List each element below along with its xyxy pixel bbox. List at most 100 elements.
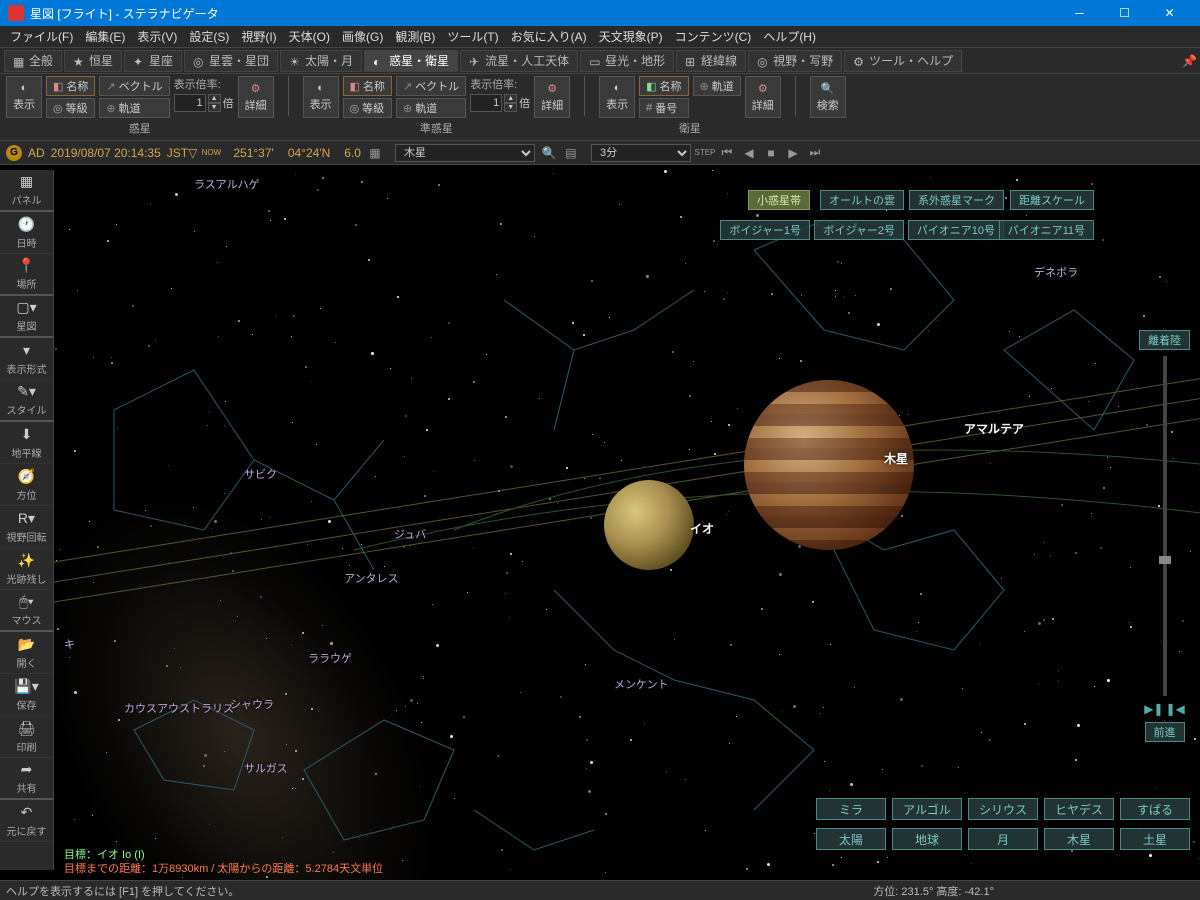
sky-view[interactable]: 木星 イオ アマルテア ラスアルハゲ サビク ジュバ アンタレス ララウゲ メン… <box>54 170 1200 880</box>
tab-nebulae[interactable]: ◎星雲・星団 <box>184 50 278 72</box>
quick-sirius[interactable]: シリウス <box>968 798 1038 820</box>
side-horizon[interactable]: ⬇地平線 <box>0 422 53 464</box>
side-share[interactable]: ➦共有 <box>0 758 53 800</box>
era-icon[interactable]: G <box>6 145 22 161</box>
tab-daylight[interactable]: ▭昼光・地形 <box>580 50 674 72</box>
tab-meteors[interactable]: ✈流星・人工天体 <box>460 50 578 72</box>
tab-planets[interactable]: ◐惑星・衛星 <box>364 50 458 72</box>
stop-button[interactable]: ■ <box>763 145 779 161</box>
menu-content[interactable]: コンテンツ(C) <box>669 28 758 45</box>
tab-stars[interactable]: ★恒星 <box>64 50 122 72</box>
planets-detail-button[interactable]: ⚙詳細 <box>238 76 274 118</box>
side-location[interactable]: 📍場所 <box>0 254 53 296</box>
tab-constellations[interactable]: ✦星座 <box>124 50 182 72</box>
dwarf-show-button[interactable]: ◐表示 <box>303 76 339 118</box>
side-direction[interactable]: 🧭方位 <box>0 464 53 506</box>
planets-mag-button[interactable]: ◎等級 <box>46 98 95 118</box>
close-button[interactable]: ✕ <box>1147 0 1192 26</box>
quick-subaru[interactable]: すばる <box>1120 798 1190 820</box>
altitude-slider[interactable] <box>1163 356 1167 696</box>
target-select[interactable]: 木星 <box>395 144 535 162</box>
quick-algol[interactable]: アルゴル <box>892 798 962 820</box>
side-datetime[interactable]: 🕐日時 <box>0 212 53 254</box>
side-print[interactable]: 🖨印刷 <box>0 716 53 758</box>
search-button[interactable]: 🔍検索 <box>810 76 846 118</box>
moons-orbit-button[interactable]: ⊕軌道 <box>693 76 741 96</box>
next-button[interactable]: ▶ <box>785 145 801 161</box>
forward-button[interactable]: 前進 <box>1145 722 1185 742</box>
tab-tools[interactable]: ⚙ツール・ヘルプ <box>844 50 962 72</box>
menu-edit[interactable]: 編集(E) <box>79 28 131 45</box>
menu-settings[interactable]: 設定(S) <box>183 28 235 45</box>
magrate-down2[interactable]: ▼ <box>504 103 517 112</box>
quick-sun[interactable]: 太陽 <box>816 828 886 850</box>
quick-jupiter[interactable]: 木星 <box>1044 828 1114 850</box>
side-mouse[interactable]: 🖱▾マウス <box>0 590 53 632</box>
tab-sunmoon[interactable]: ☀太陽・月 <box>280 50 362 72</box>
prev-button[interactable]: ◀ <box>741 145 757 161</box>
magrate-down[interactable]: ▼ <box>208 103 221 112</box>
side-trails[interactable]: ✨光跡残し <box>0 548 53 590</box>
overlay-asteroidbelt[interactable]: 小惑星帯 <box>748 190 810 210</box>
magrate-up2[interactable]: ▲ <box>504 94 517 103</box>
menu-view[interactable]: 表示(V) <box>131 28 183 45</box>
side-save[interactable]: 💾▾保存 <box>0 674 53 716</box>
forward-icon[interactable]: ❚◀ <box>1166 702 1185 716</box>
planets-show-button[interactable]: ◐表示 <box>6 76 42 118</box>
moons-show-button[interactable]: ◐表示 <box>599 76 635 118</box>
list-icon[interactable]: ▤ <box>563 145 579 161</box>
moons-name-button[interactable]: ◧名称 <box>639 76 688 96</box>
dwarf-magrate-input[interactable] <box>470 94 502 112</box>
menu-image[interactable]: 画像(G) <box>336 28 389 45</box>
magrate-up[interactable]: ▲ <box>208 94 221 103</box>
overlay-exoplanet[interactable]: 系外惑星マーク <box>909 190 1004 210</box>
tab-fov[interactable]: ◎視野・写野 <box>748 50 842 72</box>
overlay-scale[interactable]: 距離スケール <box>1010 190 1094 210</box>
timestep-select[interactable]: 3分 <box>591 144 691 162</box>
menu-fav[interactable]: お気に入り(A) <box>505 28 593 45</box>
tab-grid[interactable]: ⊞経緯線 <box>676 50 746 72</box>
grid-icon[interactable]: ▦ <box>367 145 383 161</box>
planets-name-button[interactable]: ◧名称 <box>46 76 95 96</box>
dwarf-orbit-button[interactable]: ⊕軌道 <box>396 98 466 118</box>
menu-field[interactable]: 視野(I) <box>235 28 282 45</box>
planets-orbit-button[interactable]: ⊕軌道 <box>99 98 169 118</box>
quick-hyades[interactable]: ヒヤデス <box>1044 798 1114 820</box>
maximize-button[interactable]: ☐ <box>1102 0 1147 26</box>
quick-saturn[interactable]: 土星 <box>1120 828 1190 850</box>
quick-mira[interactable]: ミラ <box>816 798 886 820</box>
moons-detail-button[interactable]: ⚙詳細 <box>745 76 781 118</box>
menu-tools[interactable]: ツール(T) <box>441 28 504 45</box>
timezone[interactable]: JST▽ <box>167 146 198 160</box>
tab-general[interactable]: ▦全般 <box>4 50 62 72</box>
side-displaymode[interactable]: ▾表示形式 <box>0 338 53 380</box>
planets-magrate-input[interactable] <box>174 94 206 112</box>
datetime[interactable]: 2019/08/07 20:14:35 <box>51 146 161 160</box>
dwarf-mag-button[interactable]: ◎等級 <box>343 98 392 118</box>
menu-file[interactable]: ファイル(F) <box>4 28 79 45</box>
side-rotate[interactable]: R▾視野回転 <box>0 506 53 548</box>
moons-num-button[interactable]: #番号 <box>639 98 688 118</box>
now-button[interactable]: NOW <box>203 145 219 161</box>
overlay-pioneer10[interactable]: パイオニア10号 <box>908 220 1004 240</box>
menu-observe[interactable]: 観測(B) <box>389 28 441 45</box>
last-button[interactable]: ⏭ <box>807 145 823 161</box>
overlay-voyager2[interactable]: ボイジャー2号 <box>814 220 904 240</box>
dwarf-vector-button[interactable]: ↗ベクトル <box>396 76 466 96</box>
menu-help[interactable]: ヘルプ(H) <box>757 28 822 45</box>
overlay-oort[interactable]: オールトの雲 <box>820 190 904 210</box>
minimize-button[interactable]: ─ <box>1057 0 1102 26</box>
side-panel[interactable]: ▦パネル <box>0 170 53 212</box>
menu-events[interactable]: 天文現象(P) <box>593 28 669 45</box>
dwarf-name-button[interactable]: ◧名称 <box>343 76 392 96</box>
side-undo[interactable]: ↶元に戻す <box>0 800 53 842</box>
search-icon[interactable]: 🔍 <box>541 145 557 161</box>
io-moon[interactable] <box>604 480 694 570</box>
menu-object[interactable]: 天体(O) <box>283 28 336 45</box>
quick-earth[interactable]: 地球 <box>892 828 962 850</box>
side-starmap[interactable]: ▢▾星図 <box>0 296 53 338</box>
overlay-voyager1[interactable]: ボイジャー1号 <box>720 220 810 240</box>
rewind-icon[interactable]: ▶❚ <box>1144 702 1163 716</box>
land-button[interactable]: 離着陸 <box>1139 330 1190 350</box>
dwarf-detail-button[interactable]: ⚙詳細 <box>534 76 570 118</box>
